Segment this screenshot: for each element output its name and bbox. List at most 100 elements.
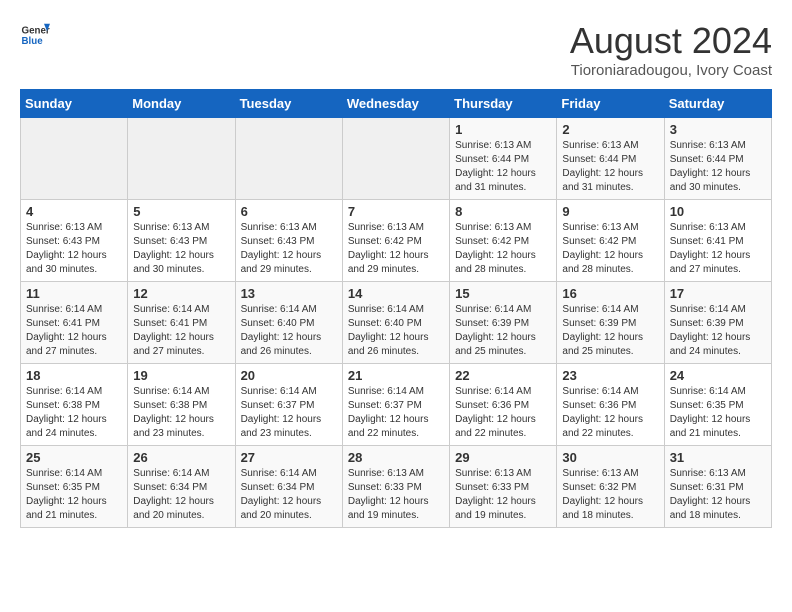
weekday-header-tuesday: Tuesday bbox=[235, 90, 342, 118]
calendar-week-2: 4 Sunrise: 6:13 AM Sunset: 6:43 PM Daylig… bbox=[21, 200, 772, 282]
day-info: Sunrise: 6:13 AM Sunset: 6:44 PM Dayligh… bbox=[455, 139, 551, 195]
day-number: 26 bbox=[133, 450, 229, 465]
calendar-week-5: 25 Sunrise: 6:14 AM Sunset: 6:35 PM Dayli… bbox=[21, 446, 772, 528]
day-info: Sunrise: 6:13 AM Sunset: 6:33 PM Dayligh… bbox=[455, 467, 551, 523]
calendar-cell: 23 Sunrise: 6:14 AM Sunset: 6:36 PM Dayli… bbox=[557, 364, 664, 446]
day-info: Sunrise: 6:13 AM Sunset: 6:32 PM Dayligh… bbox=[562, 467, 658, 523]
day-info: Sunrise: 6:14 AM Sunset: 6:39 PM Dayligh… bbox=[562, 303, 658, 359]
day-info: Sunrise: 6:13 AM Sunset: 6:43 PM Dayligh… bbox=[26, 221, 122, 277]
calendar-cell bbox=[235, 118, 342, 200]
day-number: 29 bbox=[455, 450, 551, 465]
calendar-cell: 28 Sunrise: 6:13 AM Sunset: 6:33 PM Dayli… bbox=[342, 446, 449, 528]
day-number: 9 bbox=[562, 204, 658, 219]
day-info: Sunrise: 6:14 AM Sunset: 6:40 PM Dayligh… bbox=[348, 303, 444, 359]
calendar-cell: 9 Sunrise: 6:13 AM Sunset: 6:42 PM Daylig… bbox=[557, 200, 664, 282]
calendar-cell: 2 Sunrise: 6:13 AM Sunset: 6:44 PM Daylig… bbox=[557, 118, 664, 200]
logo-icon: General Blue bbox=[20, 20, 50, 50]
day-info: Sunrise: 6:14 AM Sunset: 6:36 PM Dayligh… bbox=[455, 385, 551, 441]
day-number: 10 bbox=[670, 204, 766, 219]
calendar-cell: 18 Sunrise: 6:14 AM Sunset: 6:38 PM Dayli… bbox=[21, 364, 128, 446]
day-info: Sunrise: 6:14 AM Sunset: 6:35 PM Dayligh… bbox=[670, 385, 766, 441]
weekday-header-saturday: Saturday bbox=[664, 90, 771, 118]
day-info: Sunrise: 6:13 AM Sunset: 6:33 PM Dayligh… bbox=[348, 467, 444, 523]
month-title: August 2024 bbox=[570, 20, 772, 62]
day-info: Sunrise: 6:14 AM Sunset: 6:36 PM Dayligh… bbox=[562, 385, 658, 441]
day-number: 28 bbox=[348, 450, 444, 465]
day-number: 7 bbox=[348, 204, 444, 219]
day-number: 31 bbox=[670, 450, 766, 465]
day-info: Sunrise: 6:14 AM Sunset: 6:35 PM Dayligh… bbox=[26, 467, 122, 523]
day-info: Sunrise: 6:14 AM Sunset: 6:37 PM Dayligh… bbox=[241, 385, 337, 441]
day-number: 19 bbox=[133, 368, 229, 383]
day-number: 27 bbox=[241, 450, 337, 465]
calendar-cell: 11 Sunrise: 6:14 AM Sunset: 6:41 PM Dayli… bbox=[21, 282, 128, 364]
day-info: Sunrise: 6:13 AM Sunset: 6:42 PM Dayligh… bbox=[562, 221, 658, 277]
location-title: Tioroniaradougou, Ivory Coast bbox=[570, 62, 772, 79]
logo: General Blue bbox=[20, 20, 50, 50]
calendar-cell: 20 Sunrise: 6:14 AM Sunset: 6:37 PM Dayli… bbox=[235, 364, 342, 446]
day-number: 1 bbox=[455, 122, 551, 137]
calendar-cell: 17 Sunrise: 6:14 AM Sunset: 6:39 PM Dayli… bbox=[664, 282, 771, 364]
calendar-cell: 5Sunrise: 6:13 AM Sunset: 6:43 PM Daylig… bbox=[128, 200, 235, 282]
calendar-cell: 19Sunrise: 6:14 AM Sunset: 6:38 PM Dayli… bbox=[128, 364, 235, 446]
day-number: 8 bbox=[455, 204, 551, 219]
weekday-header-row: SundayMondayTuesdayWednesdayThursdayFrid… bbox=[21, 90, 772, 118]
day-info: Sunrise: 6:13 AM Sunset: 6:42 PM Dayligh… bbox=[348, 221, 444, 277]
day-number: 20 bbox=[241, 368, 337, 383]
calendar-cell: 14 Sunrise: 6:14 AM Sunset: 6:40 PM Dayli… bbox=[342, 282, 449, 364]
day-number: 30 bbox=[562, 450, 658, 465]
day-number: 11 bbox=[26, 286, 122, 301]
calendar-table: SundayMondayTuesdayWednesdayThursdayFrid… bbox=[20, 89, 772, 528]
calendar-cell: 21 Sunrise: 6:14 AM Sunset: 6:37 PM Dayli… bbox=[342, 364, 449, 446]
day-number: 17 bbox=[670, 286, 766, 301]
calendar-cell: 13Sunrise: 6:14 AM Sunset: 6:40 PM Dayli… bbox=[235, 282, 342, 364]
page-header: General Blue August 2024 Tioroniaradougo… bbox=[20, 20, 772, 79]
day-number: 12 bbox=[133, 286, 229, 301]
day-number: 24 bbox=[670, 368, 766, 383]
day-info: Sunrise: 6:13 AM Sunset: 6:44 PM Dayligh… bbox=[562, 139, 658, 195]
day-number: 23 bbox=[562, 368, 658, 383]
day-info: Sunrise: 6:13 AM Sunset: 6:44 PM Dayligh… bbox=[670, 139, 766, 195]
day-info: Sunrise: 6:14 AM Sunset: 6:41 PM Dayligh… bbox=[133, 303, 229, 359]
day-number: 4 bbox=[26, 204, 122, 219]
day-number: 15 bbox=[455, 286, 551, 301]
day-info: Sunrise: 6:14 AM Sunset: 6:40 PM Dayligh… bbox=[241, 303, 337, 359]
weekday-header-sunday: Sunday bbox=[21, 90, 128, 118]
calendar-cell: 24 Sunrise: 6:14 AM Sunset: 6:35 PM Dayli… bbox=[664, 364, 771, 446]
calendar-cell: 30 Sunrise: 6:13 AM Sunset: 6:32 PM Dayli… bbox=[557, 446, 664, 528]
calendar-cell: 27 Sunrise: 6:14 AM Sunset: 6:34 PM Dayli… bbox=[235, 446, 342, 528]
calendar-cell: 6Sunrise: 6:13 AM Sunset: 6:43 PM Daylig… bbox=[235, 200, 342, 282]
weekday-header-wednesday: Wednesday bbox=[342, 90, 449, 118]
calendar-cell: 1 Sunrise: 6:13 AM Sunset: 6:44 PM Daylig… bbox=[450, 118, 557, 200]
weekday-header-monday: Monday bbox=[128, 90, 235, 118]
day-info: Sunrise: 6:14 AM Sunset: 6:34 PM Dayligh… bbox=[241, 467, 337, 523]
day-info: Sunrise: 6:13 AM Sunset: 6:31 PM Dayligh… bbox=[670, 467, 766, 523]
weekday-header-thursday: Thursday bbox=[450, 90, 557, 118]
calendar-cell: 26 Sunrise: 6:14 AM Sunset: 6:34 PM Dayli… bbox=[128, 446, 235, 528]
calendar-cell: 8Sunrise: 6:13 AM Sunset: 6:42 PM Daylig… bbox=[450, 200, 557, 282]
calendar-week-3: 11 Sunrise: 6:14 AM Sunset: 6:41 PM Dayli… bbox=[21, 282, 772, 364]
day-number: 14 bbox=[348, 286, 444, 301]
calendar-cell bbox=[21, 118, 128, 200]
calendar-cell: 15Sunrise: 6:14 AM Sunset: 6:39 PM Dayli… bbox=[450, 282, 557, 364]
calendar-cell: 3Sunrise: 6:13 AM Sunset: 6:44 PM Daylig… bbox=[664, 118, 771, 200]
day-info: Sunrise: 6:14 AM Sunset: 6:39 PM Dayligh… bbox=[670, 303, 766, 359]
day-info: Sunrise: 6:14 AM Sunset: 6:41 PM Dayligh… bbox=[26, 303, 122, 359]
day-number: 2 bbox=[562, 122, 658, 137]
calendar-week-1: 1 Sunrise: 6:13 AM Sunset: 6:44 PM Daylig… bbox=[21, 118, 772, 200]
day-info: Sunrise: 6:14 AM Sunset: 6:34 PM Dayligh… bbox=[133, 467, 229, 523]
day-number: 21 bbox=[348, 368, 444, 383]
day-info: Sunrise: 6:14 AM Sunset: 6:38 PM Dayligh… bbox=[26, 385, 122, 441]
calendar-cell bbox=[128, 118, 235, 200]
day-number: 18 bbox=[26, 368, 122, 383]
calendar-cell: 25 Sunrise: 6:14 AM Sunset: 6:35 PM Dayli… bbox=[21, 446, 128, 528]
day-number: 25 bbox=[26, 450, 122, 465]
day-number: 6 bbox=[241, 204, 337, 219]
day-number: 22 bbox=[455, 368, 551, 383]
day-info: Sunrise: 6:13 AM Sunset: 6:43 PM Dayligh… bbox=[133, 221, 229, 277]
calendar-cell: 10Sunrise: 6:13 AM Sunset: 6:41 PM Dayli… bbox=[664, 200, 771, 282]
day-info: Sunrise: 6:14 AM Sunset: 6:37 PM Dayligh… bbox=[348, 385, 444, 441]
calendar-cell: 16Sunrise: 6:14 AM Sunset: 6:39 PM Dayli… bbox=[557, 282, 664, 364]
title-area: August 2024 Tioroniaradougou, Ivory Coas… bbox=[570, 20, 772, 79]
svg-text:Blue: Blue bbox=[22, 36, 44, 47]
